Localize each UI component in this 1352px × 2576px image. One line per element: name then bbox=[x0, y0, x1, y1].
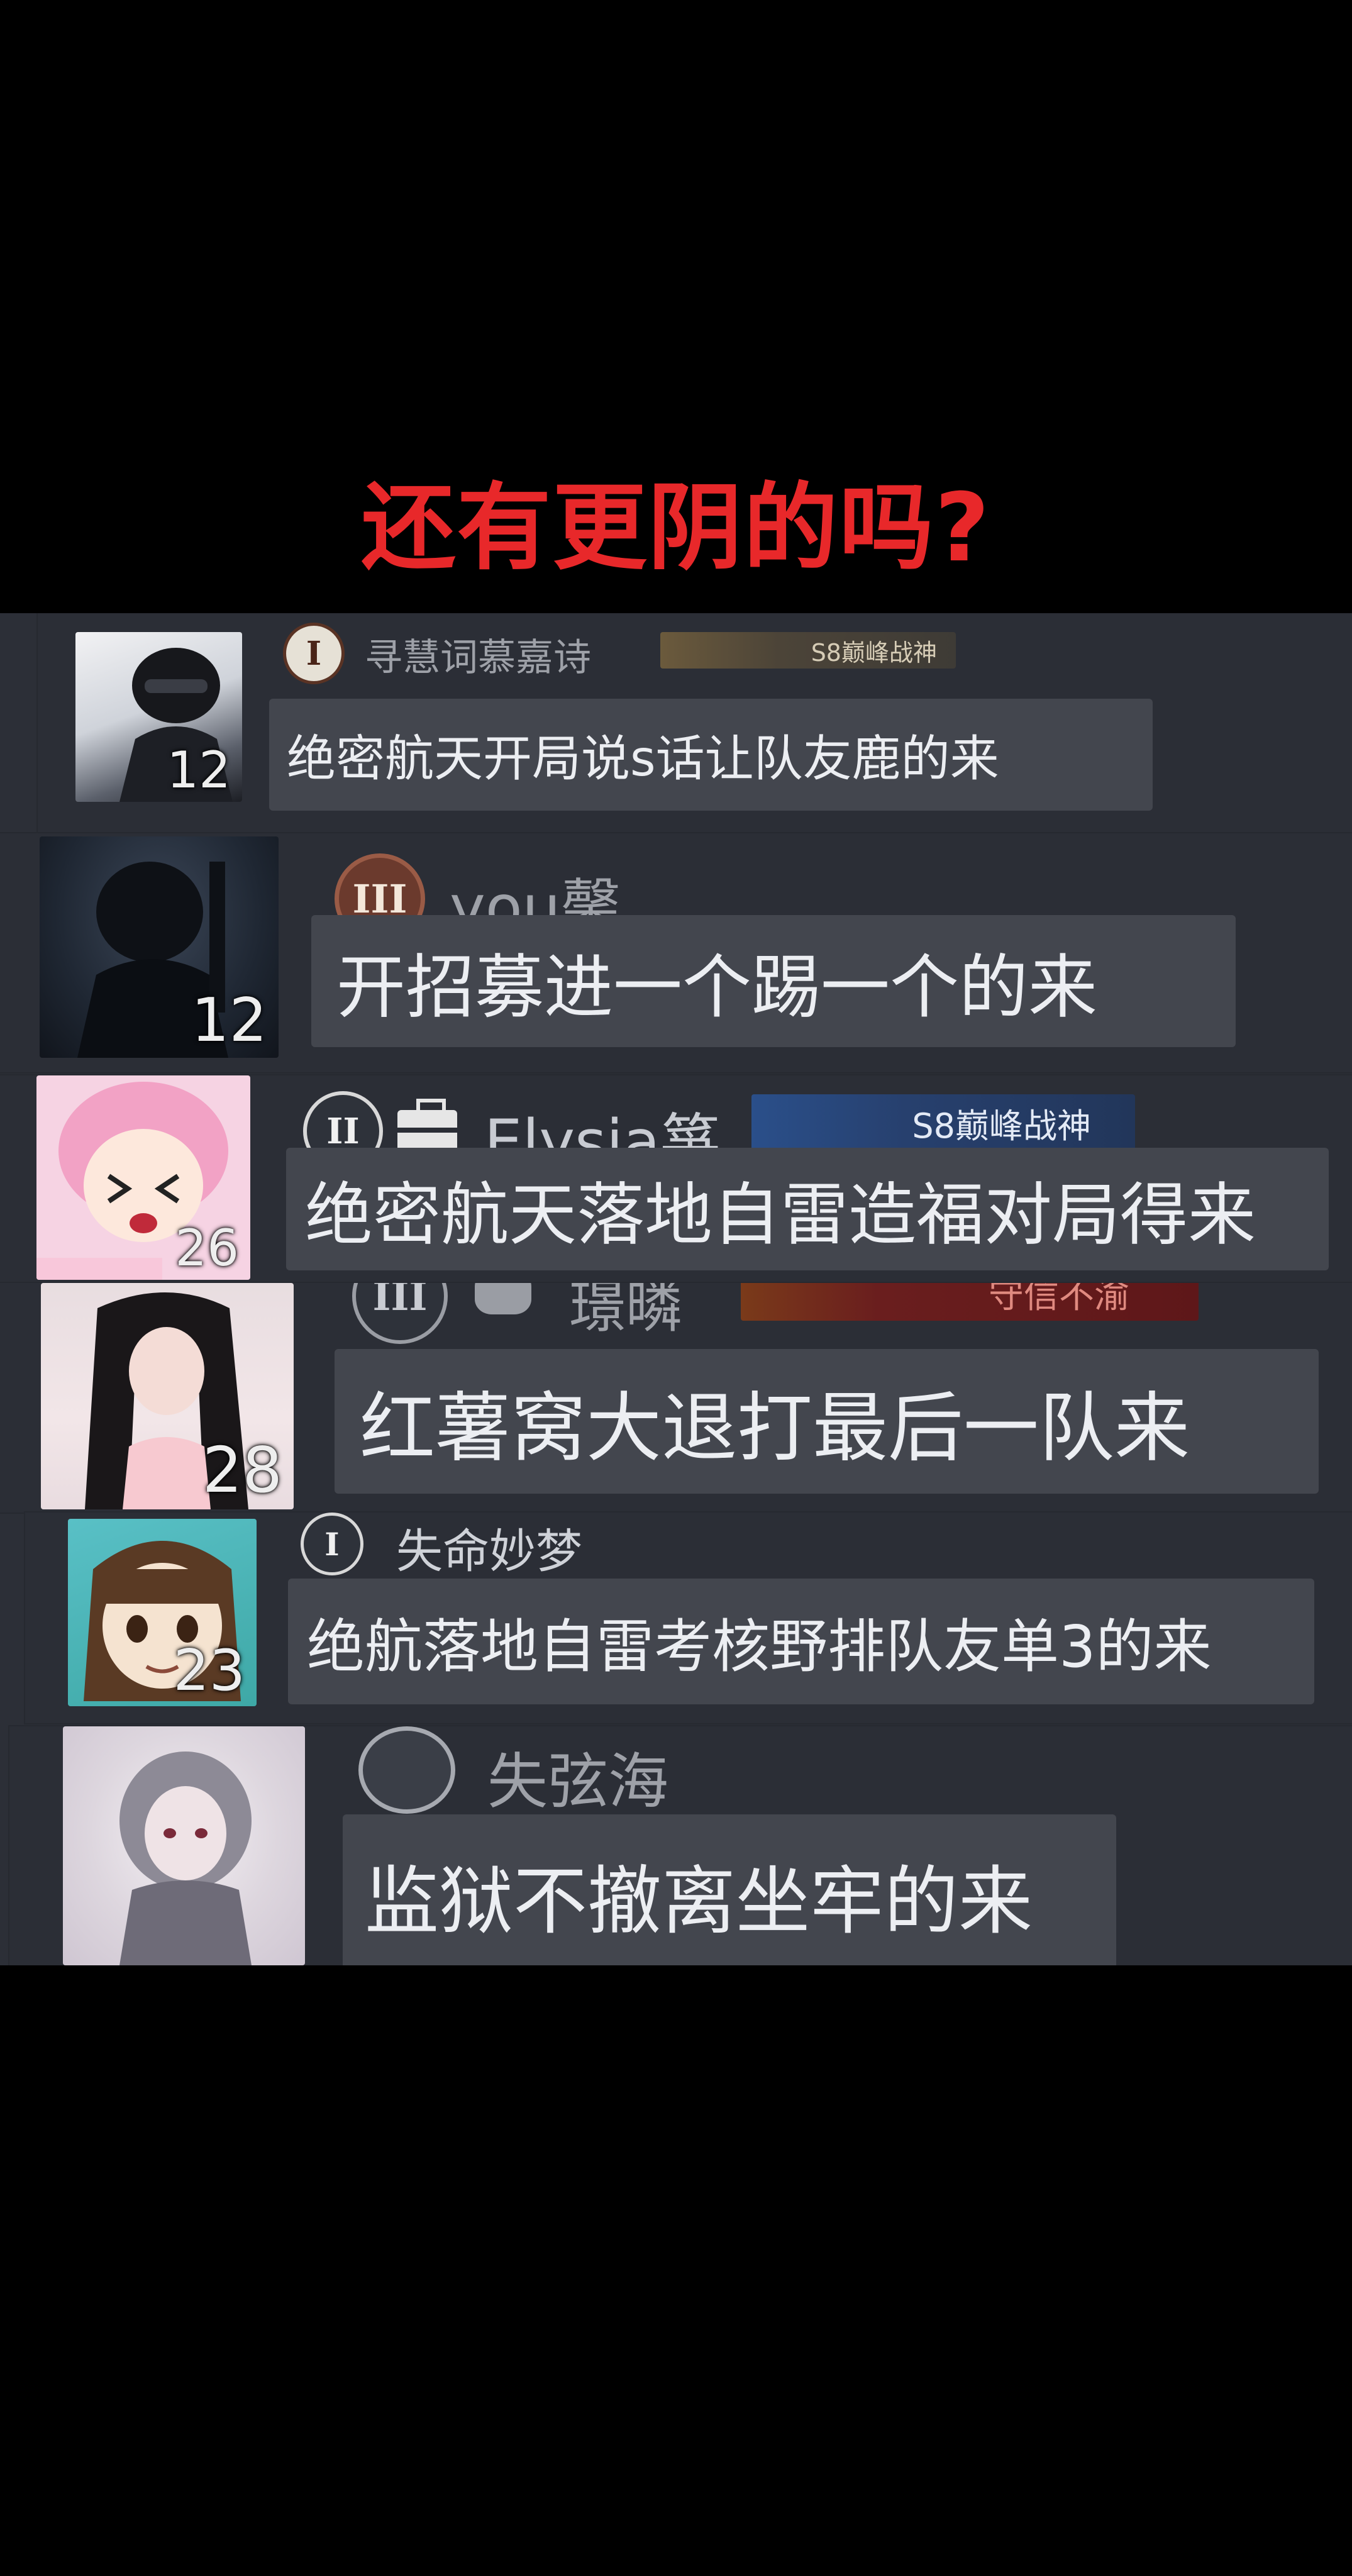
list-item[interactable]: 12 III you馨 开招募进一个踢一个的来 bbox=[0, 833, 1352, 1072]
username[interactable]: 失命妙梦 bbox=[396, 1514, 582, 1581]
avatar[interactable]: 12 bbox=[75, 632, 242, 802]
list-item[interactable]: 26 II Elysia箏 S8巅峰战神 绝密航天落地自雷造福对局得来 bbox=[0, 1075, 1352, 1283]
list-item[interactable]: 失弦海 监狱不撤离坐牢的来 bbox=[9, 1726, 1352, 1965]
rank-3-icon: III bbox=[352, 1283, 448, 1344]
avatar[interactable]: 28 bbox=[41, 1283, 294, 1509]
level-number: 23 bbox=[173, 1638, 245, 1704]
avatar[interactable]: 12 bbox=[40, 836, 279, 1058]
list-item[interactable]: 23 I 失命妙梦 绝航落地自雷考核野排队友单3的来 bbox=[25, 1513, 1352, 1723]
avatar[interactable] bbox=[63, 1726, 305, 1965]
message-bubble[interactable]: 绝密航天落地自雷造福对局得来 bbox=[286, 1148, 1329, 1270]
briefcase-icon bbox=[397, 1099, 457, 1151]
rank-1-icon: I bbox=[283, 623, 345, 684]
level-number: 12 bbox=[167, 741, 231, 799]
title-badge: S8巅峰战神 bbox=[660, 632, 956, 669]
level-number: 28 bbox=[202, 1433, 282, 1507]
list-item[interactable]: 28 III 璟暽 守信不渝 红薯窝大退打最后一队来 bbox=[0, 1283, 1352, 1513]
skull-icon bbox=[475, 1283, 531, 1314]
message-bubble[interactable]: 监狱不撤离坐牢的来 bbox=[343, 1814, 1116, 1965]
message-bubble[interactable]: 红薯窝大退打最后一队来 bbox=[335, 1349, 1319, 1494]
list-item[interactable]: 12 I 寻慧词慕嘉诗 S8巅峰战神 绝密航天开局说s话让队友鹿的来 bbox=[38, 613, 1352, 833]
rank-1-icon: I bbox=[301, 1513, 363, 1575]
level-number: 26 bbox=[175, 1219, 239, 1277]
message-bubble[interactable]: 绝密航天开局说s话让队友鹿的来 bbox=[269, 699, 1153, 811]
headline: 还有更阴的吗? bbox=[361, 474, 991, 583]
message-bubble[interactable]: 绝航落地自雷考核野排队友单3的来 bbox=[288, 1579, 1314, 1704]
username[interactable]: 失弦海 bbox=[487, 1733, 668, 1820]
level-number: 12 bbox=[191, 986, 267, 1055]
username[interactable]: 璟暽 bbox=[569, 1283, 682, 1343]
chat-list: 12 I 寻慧词慕嘉诗 S8巅峰战神 绝密航天开局说s话让队友鹿的来 12 II… bbox=[0, 613, 1352, 1965]
rank-special-icon bbox=[358, 1726, 455, 1814]
avatar[interactable]: 26 bbox=[36, 1075, 250, 1280]
username[interactable]: 寻慧词慕嘉诗 bbox=[365, 627, 591, 682]
title-badge: 守信不渝 bbox=[741, 1283, 1199, 1321]
avatar[interactable]: 23 bbox=[68, 1519, 257, 1706]
message-bubble[interactable]: 开招募进一个踢一个的来 bbox=[311, 915, 1236, 1047]
title-badge: S8巅峰战神 bbox=[751, 1094, 1135, 1151]
